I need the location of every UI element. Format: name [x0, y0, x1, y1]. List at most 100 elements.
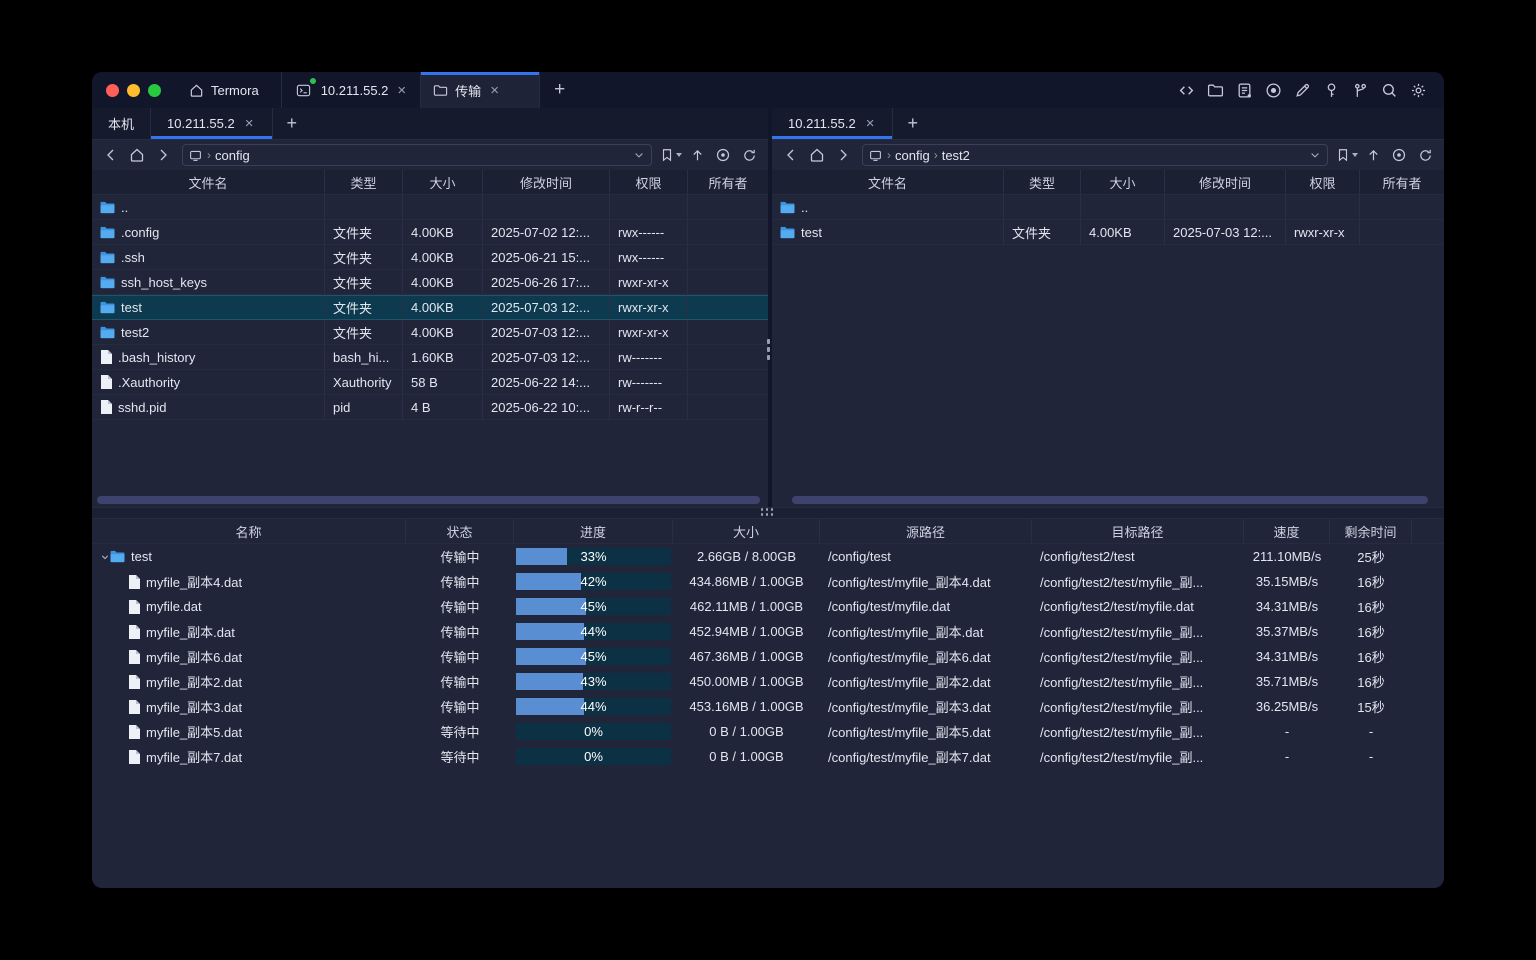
- breadcrumb-segment[interactable]: config: [895, 148, 930, 163]
- file-row[interactable]: test2文件夹4.00KB2025-07-03 12:...rwxr-xr-x: [92, 320, 768, 345]
- chevron-down-icon[interactable]: [1309, 149, 1321, 161]
- horizontal-scrollbar[interactable]: [792, 496, 1428, 504]
- show-hidden-eye-icon[interactable]: [712, 144, 734, 166]
- close-icon[interactable]: ×: [243, 116, 256, 131]
- column-header[interactable]: 目标路径: [1032, 519, 1244, 543]
- progress-label: 0%: [516, 748, 671, 765]
- file-row[interactable]: ..: [92, 195, 768, 220]
- file-row[interactable]: sshd.pidpid4 B2025-06-22 10:...rw-r--r--: [92, 395, 768, 420]
- horizontal-scrollbar[interactable]: [97, 496, 760, 504]
- back-icon[interactable]: [100, 144, 122, 166]
- file-name-cell: .Xauthority: [92, 370, 325, 394]
- column-header[interactable]: 修改时间: [483, 170, 610, 194]
- bookmark-button[interactable]: [660, 148, 682, 162]
- breadcrumb: ›config: [206, 148, 250, 163]
- column-header[interactable]: 权限: [610, 170, 688, 194]
- close-window-button[interactable]: [106, 84, 119, 97]
- refresh-icon[interactable]: [738, 144, 760, 166]
- transfer-row[interactable]: myfile_副本2.dat传输中43%450.00MB / 1.00GB/co…: [92, 669, 1444, 694]
- log-icon[interactable]: [1234, 80, 1254, 100]
- branch-icon[interactable]: [1350, 80, 1370, 100]
- record-icon[interactable]: [1263, 80, 1283, 100]
- code-icon[interactable]: [1176, 80, 1196, 100]
- column-header[interactable]: 类型: [1004, 170, 1081, 194]
- column-header[interactable]: 剩余时间: [1330, 519, 1412, 543]
- file-row[interactable]: test文件夹4.00KB2025-07-03 12:...rwxr-xr-x: [92, 295, 768, 320]
- transfer-row[interactable]: myfile_副本3.dat传输中44%453.16MB / 1.00GB/co…: [92, 694, 1444, 719]
- show-hidden-eye-icon[interactable]: [1388, 144, 1410, 166]
- close-icon[interactable]: ×: [395, 83, 408, 98]
- folder-icon[interactable]: [1205, 80, 1225, 100]
- tab-remote-10-211-55-2[interactable]: 10.211.55.2 ×: [151, 108, 272, 139]
- transfer-row[interactable]: test传输中33%2.66GB / 8.00GB/config/test/co…: [92, 544, 1444, 569]
- transfer-row[interactable]: myfile_副本7.dat等待中0%0 B / 1.00GB/config/t…: [92, 744, 1444, 769]
- upload-icon[interactable]: [1362, 144, 1384, 166]
- transfer-source-path: /config/test/myfile_副本5.dat: [820, 719, 1032, 744]
- progress-bar: 0%: [516, 723, 671, 740]
- column-header[interactable]: 所有者: [688, 170, 768, 194]
- close-icon[interactable]: ×: [864, 116, 877, 131]
- file-row[interactable]: .XauthorityXauthority58 B2025-06-22 14:.…: [92, 370, 768, 395]
- chevron-down-icon[interactable]: [633, 149, 645, 161]
- file-row[interactable]: ssh_host_keys文件夹4.00KB2025-06-26 17:...r…: [92, 270, 768, 295]
- bookmark-button[interactable]: [1336, 148, 1358, 162]
- tab-termora-home[interactable]: Termora: [179, 72, 281, 108]
- home-icon[interactable]: [126, 144, 148, 166]
- file-size-cell: 58 B: [403, 370, 483, 394]
- minimize-window-button[interactable]: [127, 84, 140, 97]
- column-header[interactable]: 大小: [673, 519, 820, 543]
- forward-icon[interactable]: [152, 144, 174, 166]
- column-header[interactable]: 权限: [1286, 170, 1360, 194]
- right-path-input[interactable]: ›config›test2: [862, 144, 1328, 166]
- tab-local[interactable]: 本机: [92, 108, 151, 139]
- column-header[interactable]: 进度: [514, 519, 673, 543]
- column-header[interactable]: 所有者: [1360, 170, 1444, 194]
- transfer-row[interactable]: myfile_副本.dat传输中44%452.94MB / 1.00GB/con…: [92, 619, 1444, 644]
- key-icon[interactable]: [1321, 80, 1341, 100]
- refresh-icon[interactable]: [1414, 144, 1436, 166]
- new-panel-tab-button[interactable]: +: [893, 108, 932, 139]
- file-row[interactable]: .config文件夹4.00KB2025-07-02 12:...rwx----…: [92, 220, 768, 245]
- file-size-cell: 4.00KB: [403, 296, 483, 319]
- column-header[interactable]: 源路径: [820, 519, 1032, 543]
- file-row[interactable]: test文件夹4.00KB2025-07-03 12:...rwxr-xr-x: [772, 220, 1444, 245]
- new-panel-tab-button[interactable]: +: [273, 108, 312, 139]
- file-row[interactable]: .bash_historybash_hi...1.60KB2025-07-03 …: [92, 345, 768, 370]
- search-icon[interactable]: [1379, 80, 1399, 100]
- transfer-row[interactable]: myfile_副本4.dat传输中42%434.86MB / 1.00GB/co…: [92, 569, 1444, 594]
- transfer-row[interactable]: myfile_副本5.dat等待中0%0 B / 1.00GB/config/t…: [92, 719, 1444, 744]
- column-header[interactable]: 修改时间: [1165, 170, 1286, 194]
- new-tab-button[interactable]: +: [540, 72, 579, 108]
- back-icon[interactable]: [780, 144, 802, 166]
- horizontal-splitter[interactable]: [92, 507, 1444, 519]
- file-name: ..: [121, 200, 128, 215]
- column-header[interactable]: 大小: [1081, 170, 1165, 194]
- column-header[interactable]: 速度: [1244, 519, 1330, 543]
- home-icon[interactable]: [806, 144, 828, 166]
- transfer-target-path: /config/test2/test/myfile.dat: [1032, 594, 1244, 619]
- tab-remote-10-211-55-2[interactable]: 10.211.55.2 ×: [772, 108, 893, 139]
- tab-transfer[interactable]: 传输 ×: [420, 72, 540, 108]
- column-header[interactable]: 类型: [325, 170, 403, 194]
- column-header[interactable]: 状态: [406, 519, 514, 543]
- tab-host-10-211-55-2[interactable]: 10.211.55.2 ×: [281, 72, 420, 108]
- column-header[interactable]: 文件名: [772, 170, 1004, 194]
- forward-icon[interactable]: [832, 144, 854, 166]
- file-name: .bash_history: [118, 350, 195, 365]
- upload-icon[interactable]: [686, 144, 708, 166]
- column-header[interactable]: 文件名: [92, 170, 325, 194]
- file-row[interactable]: ..: [772, 195, 1444, 220]
- transfer-row[interactable]: myfile.dat传输中45%462.11MB / 1.00GB/config…: [92, 594, 1444, 619]
- file-row[interactable]: .ssh文件夹4.00KB2025-06-21 15:...rwx------: [92, 245, 768, 270]
- progress-bar: 0%: [516, 748, 671, 765]
- zoom-window-button[interactable]: [148, 84, 161, 97]
- close-icon[interactable]: ×: [488, 83, 501, 98]
- breadcrumb-segment[interactable]: config: [215, 148, 250, 163]
- left-path-input[interactable]: ›config: [182, 144, 652, 166]
- edit-icon[interactable]: [1292, 80, 1312, 100]
- settings-icon[interactable]: [1408, 80, 1428, 100]
- transfer-row[interactable]: myfile_副本6.dat传输中45%467.36MB / 1.00GB/co…: [92, 644, 1444, 669]
- column-header[interactable]: 名称: [92, 519, 406, 543]
- column-header[interactable]: 大小: [403, 170, 483, 194]
- breadcrumb-segment[interactable]: test2: [942, 148, 970, 163]
